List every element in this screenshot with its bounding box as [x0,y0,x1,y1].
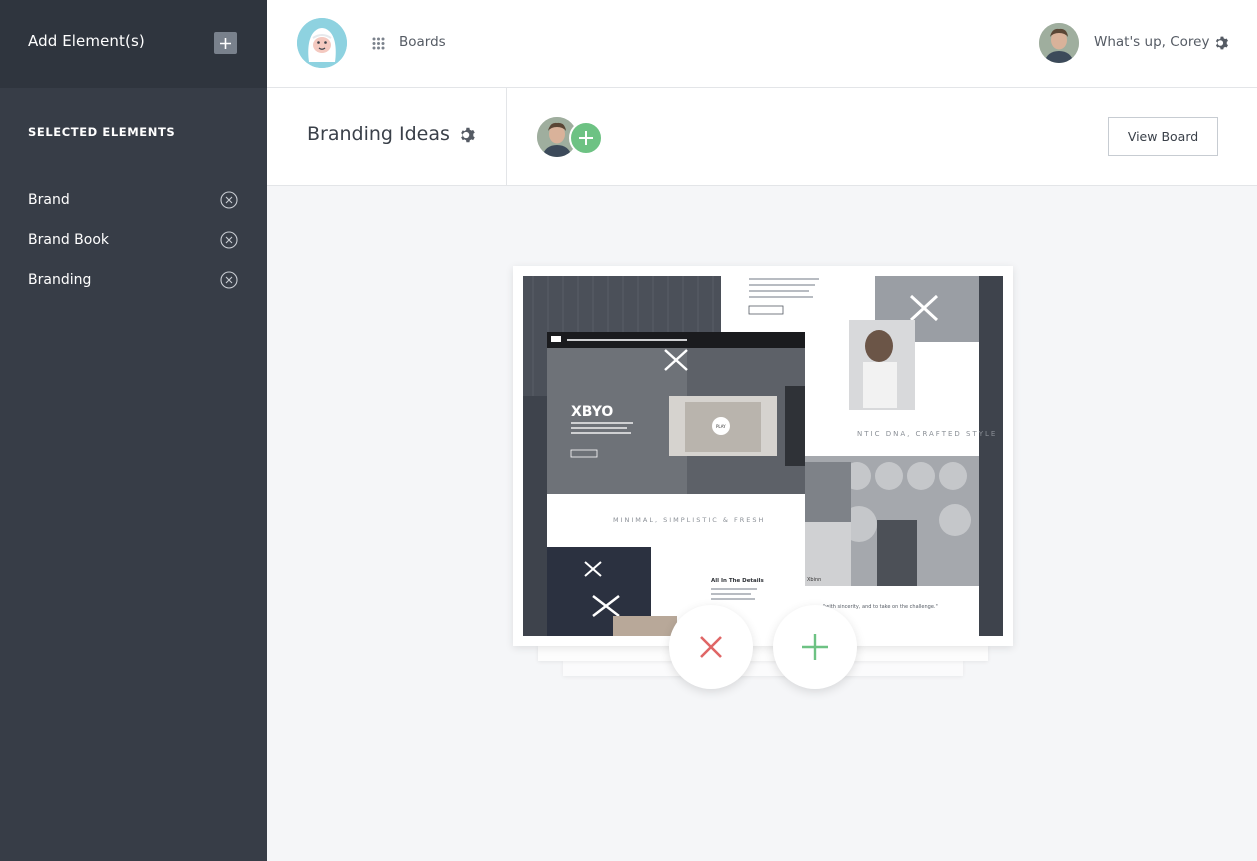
tagline-2: NTIC DNA, CRAFTED STYLE [857,430,997,438]
selected-element-branding[interactable]: Branding [28,260,238,300]
remove-circle-x-icon[interactable] [220,271,238,289]
plus-icon [579,131,593,145]
reject-button[interactable] [669,605,753,689]
settings-gear-icon[interactable] [1214,35,1230,51]
selected-elements-list: Brand Brand Book Branding [28,180,238,300]
play-label: PLAY [716,424,726,429]
plus-icon [802,634,828,660]
selected-element-label: Branding [28,272,92,288]
selected-elements-heading: SELECTED ELEMENTS [28,125,176,139]
yeti-logo-icon [297,18,347,68]
selected-element-brand[interactable]: Brand [28,180,238,220]
user-avatar-image [1039,23,1079,63]
add-element-button[interactable] [214,32,237,54]
card-quote: "with sincerity, and to take on the chal… [823,604,938,610]
remove-circle-x-icon[interactable] [220,231,238,249]
element-preview-image: NTIC DNA, CRAFTED STYLE Xbinn "with sinc… [523,276,1003,636]
grid-icon[interactable] [372,37,385,50]
stacked-card-back [563,660,963,676]
top-bar: Boards What's up, Corey [267,0,1257,88]
sidebar-header: Add Element(s) [0,0,267,88]
user-greeting: What's up, Corey [1094,34,1210,50]
selected-element-label: Brand [28,192,70,208]
add-elements-title: Add Element(s) [28,32,145,50]
add-collaborator-button[interactable] [569,121,603,155]
user-avatar[interactable] [1039,23,1079,63]
yeti-logo[interactable] [297,18,347,68]
svg-text:Xbinn: Xbinn [807,577,821,583]
sidebar: Add Element(s) SELECTED ELEMENTS Brand B… [0,0,267,861]
selected-element-brand-book[interactable]: Brand Book [28,220,238,260]
section-title: All In The Details [711,578,765,584]
stacked-card-middle [538,645,988,661]
boards-link[interactable]: Boards [399,34,446,50]
board-settings-gear-icon[interactable] [459,126,477,144]
remove-circle-x-icon[interactable] [220,191,238,209]
hero-brand: XBYO [571,404,613,420]
tagline-1: MINIMAL, SIMPLISTIC & FRESH [613,516,765,524]
plus-icon [220,37,231,49]
x-icon [700,636,722,658]
view-board-button[interactable]: View Board [1108,117,1218,156]
element-card[interactable]: NTIC DNA, CRAFTED STYLE Xbinn "with sinc… [513,266,1013,646]
header-divider [506,88,507,186]
selected-element-label: Brand Book [28,232,109,248]
website-mockup-image: NTIC DNA, CRAFTED STYLE Xbinn "with sinc… [523,276,1003,636]
approve-button[interactable] [773,605,857,689]
board-header: Branding Ideas View Board [267,88,1257,186]
board-title: Branding Ideas [307,123,450,145]
